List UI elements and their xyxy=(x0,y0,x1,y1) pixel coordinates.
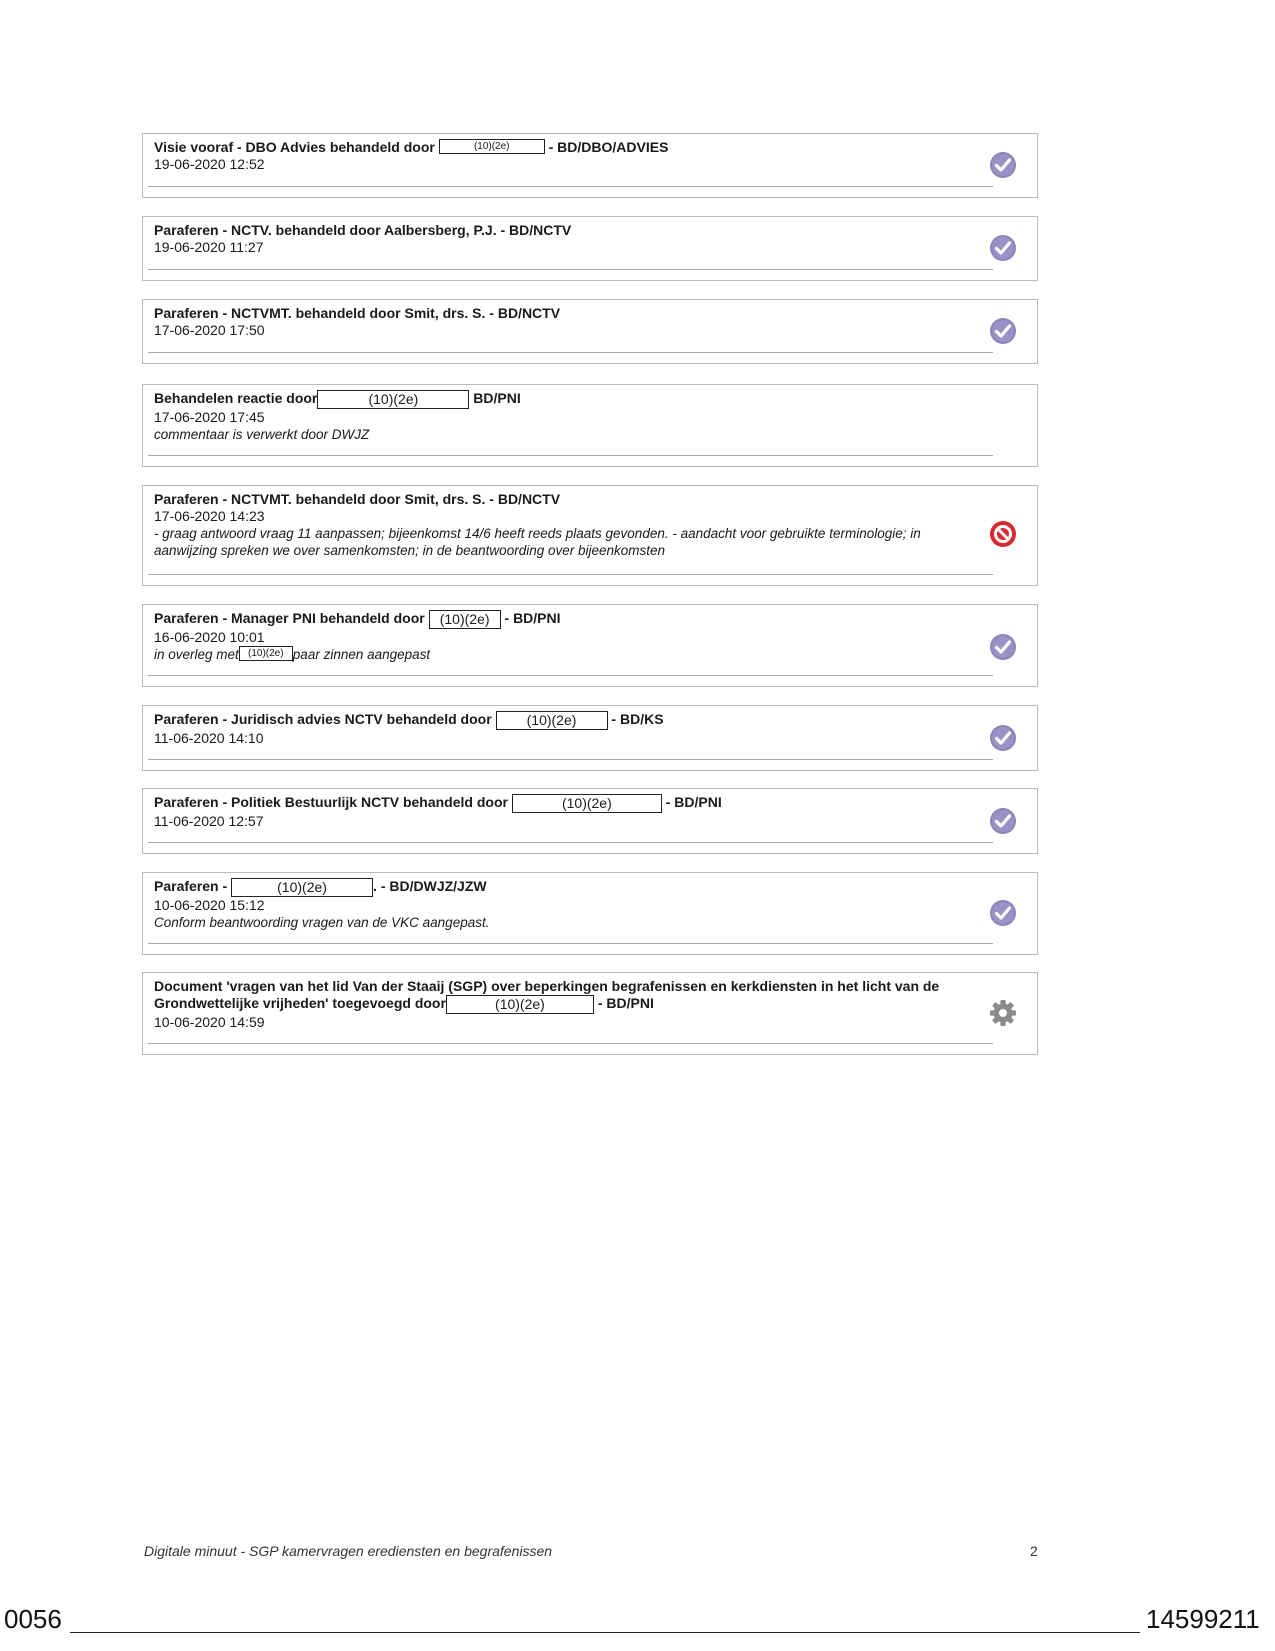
redaction-box: (10)(2e) xyxy=(428,610,501,629)
redaction-box: (10)(2e) xyxy=(238,646,293,661)
entry-title: Document 'vragen van het lid Van der Sta… xyxy=(154,978,940,1014)
entry-date: 17-06-2020 17:50 xyxy=(154,322,265,338)
entry-date: 17-06-2020 14:23 xyxy=(154,508,265,524)
check-icon xyxy=(990,634,1016,660)
redaction-box: (10)(2e) xyxy=(511,794,662,813)
entry-title: Paraferen - NCTVMT. behandeld door Smit,… xyxy=(154,491,561,507)
entry-date: 10-06-2020 15:12 xyxy=(154,897,265,913)
entry-date: 19-06-2020 12:52 xyxy=(154,156,265,172)
check-icon xyxy=(990,318,1016,344)
stamp-right-number: 14599211 xyxy=(1146,1604,1260,1634)
page-number: 2 xyxy=(1030,1543,1038,1559)
history-entry: Visie vooraf - DBO Advies behandeld door… xyxy=(142,133,1038,198)
entry-title: Paraferen - Politiek Bestuurlijk NCTV be… xyxy=(154,794,722,813)
check-icon xyxy=(990,725,1016,751)
redaction-box: (10)(2e) xyxy=(317,390,470,409)
redaction-box: (10)(2e) xyxy=(231,878,374,897)
entry-date: 17-06-2020 17:45 xyxy=(154,409,265,425)
entry-title: Paraferen - Juridisch advies NCTV behand… xyxy=(154,711,664,730)
history-entry: Document 'vragen van het lid Van der Sta… xyxy=(142,972,1038,1055)
entry-date: 19-06-2020 11:27 xyxy=(154,239,264,255)
entry-title: Visie vooraf - DBO Advies behandeld door… xyxy=(154,139,669,155)
footer-title: Digitale minuut - SGP kamervragen eredie… xyxy=(144,1543,553,1559)
entry-date: 10-06-2020 14:59 xyxy=(154,1014,265,1030)
entry-comment: - graag antwoord vraag 11 aanpassen; bij… xyxy=(154,526,921,558)
entry-comment: Conform beantwoording vragen van de VKC … xyxy=(154,915,490,930)
divider xyxy=(148,455,993,456)
redaction-box: (10)(2e) xyxy=(438,139,545,154)
divider xyxy=(148,943,993,944)
entry-title: Paraferen - NCTV. behandeld door Aalbers… xyxy=(154,222,572,238)
stop-icon xyxy=(990,521,1016,547)
check-icon xyxy=(990,152,1016,178)
check-icon xyxy=(990,900,1016,926)
entry-date: 11-06-2020 14:10 xyxy=(154,730,264,746)
divider xyxy=(148,675,993,676)
history-entry: Paraferen - NCTV. behandeld door Aalbers… xyxy=(142,216,1038,281)
check-icon xyxy=(990,808,1016,834)
divider xyxy=(148,352,993,353)
history-entry: Paraferen - NCTVMT. behandeld door Smit,… xyxy=(142,299,1038,364)
entry-title: Behandelen reactie door (10)(2e) BD/PNI xyxy=(154,390,521,409)
history-entry: Paraferen - (10)(2e). - BD/DWJZ/JZW 10-0… xyxy=(142,872,1038,955)
entry-date: 11-06-2020 12:57 xyxy=(154,813,264,829)
entry-title: Paraferen - Manager PNI behandeld door (… xyxy=(154,610,561,629)
history-entry: Paraferen - Juridisch advies NCTV behand… xyxy=(142,705,1038,771)
divider xyxy=(148,842,993,843)
entry-title: Paraferen - (10)(2e). - BD/DWJZ/JZW xyxy=(154,878,487,897)
divider xyxy=(148,269,993,270)
history-entry: Paraferen - NCTVMT. behandeld door Smit,… xyxy=(142,485,1038,586)
entry-date: 16-06-2020 10:01 xyxy=(154,629,265,645)
divider xyxy=(148,574,993,575)
divider xyxy=(148,759,993,760)
check-icon xyxy=(990,235,1016,261)
history-entry: Behandelen reactie door (10)(2e) BD/PNI 1… xyxy=(142,384,1038,467)
stamp-left-number: 0056 xyxy=(4,1604,62,1634)
entry-comment: commentaar is verwerkt door DWJZ xyxy=(154,427,370,442)
gear-icon xyxy=(990,1000,1016,1026)
redaction-box: (10)(2e) xyxy=(445,995,594,1014)
divider xyxy=(148,1043,993,1044)
entry-title: Paraferen - NCTVMT. behandeld door Smit,… xyxy=(154,305,561,321)
history-entry: Paraferen - Manager PNI behandeld door (… xyxy=(142,604,1038,687)
entry-comment: in overleg met (10)(2e) paar zinnen aangep… xyxy=(154,646,431,662)
stamp-underline xyxy=(70,1632,1140,1633)
history-entry: Paraferen - Politiek Bestuurlijk NCTV be… xyxy=(142,788,1038,854)
divider xyxy=(148,186,993,187)
redaction-box: (10)(2e) xyxy=(495,711,608,730)
